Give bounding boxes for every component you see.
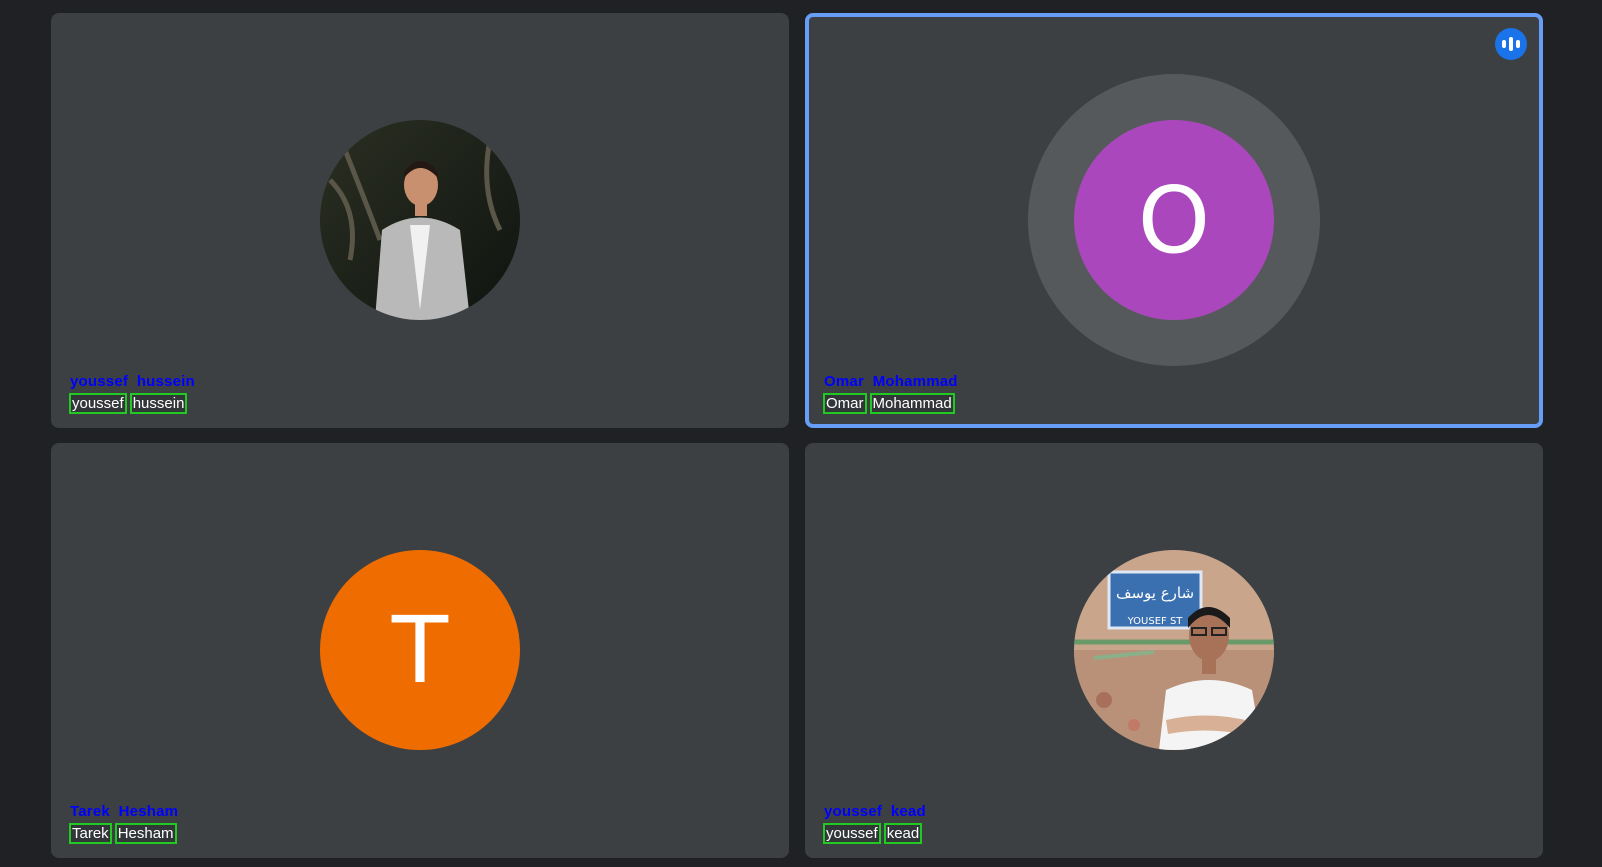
avatar-container: O — [1028, 74, 1320, 366]
avatar-letter: O — [1074, 120, 1274, 320]
participant-tile-tarek-hesham[interactable]: T Tarek Hesham Tarek Hesham — [51, 443, 789, 858]
avatar-container: T — [320, 550, 520, 750]
participant-name-label: youssef kead — [824, 803, 926, 820]
participant-name-boxes: Omar Mohammad — [823, 393, 955, 414]
name-word: Omar — [823, 393, 867, 414]
street-sign-arabic: شارع يوسف — [1116, 584, 1194, 602]
participant-name-boxes: youssef kead — [823, 823, 923, 844]
meeting-grid: youssef hussein youssef hussein O Omar M… — [0, 0, 1602, 867]
participant-name-label: Omar Mohammad — [824, 373, 958, 390]
avatar-photo: شارع يوسف YOUSEF ST — [1074, 550, 1274, 750]
avatar-letter: T — [320, 550, 520, 750]
street-sign-latin: YOUSEF ST — [1127, 616, 1184, 627]
participant-tile-youssef-hussein[interactable]: youssef hussein youssef hussein — [51, 13, 789, 428]
avatar-container: شارع يوسف YOUSEF ST — [1074, 550, 1274, 750]
name-word: Hesham — [114, 823, 177, 844]
name-word: hussein — [129, 393, 188, 414]
avatar-photo — [320, 120, 520, 320]
participant-name-boxes: youssef hussein — [69, 393, 188, 414]
participant-name-label: youssef hussein — [70, 373, 195, 390]
participant-tile-omar-mohammad[interactable]: O Omar Mohammad Omar Mohammad — [805, 13, 1543, 428]
name-word: youssef — [69, 393, 127, 414]
avatar-container — [320, 120, 520, 320]
name-word: youssef — [823, 823, 881, 844]
participant-name-label: Tarek Hesham — [70, 803, 179, 820]
participant-name-boxes: Tarek Hesham — [69, 823, 177, 844]
audio-level-icon — [1495, 28, 1527, 60]
participant-tile-youssef-kead[interactable]: شارع يوسف YOUSEF ST youssef kead youssef… — [805, 443, 1543, 858]
name-word: Tarek — [69, 823, 112, 844]
name-word: Mohammad — [869, 393, 955, 414]
name-word: kead — [883, 823, 923, 844]
